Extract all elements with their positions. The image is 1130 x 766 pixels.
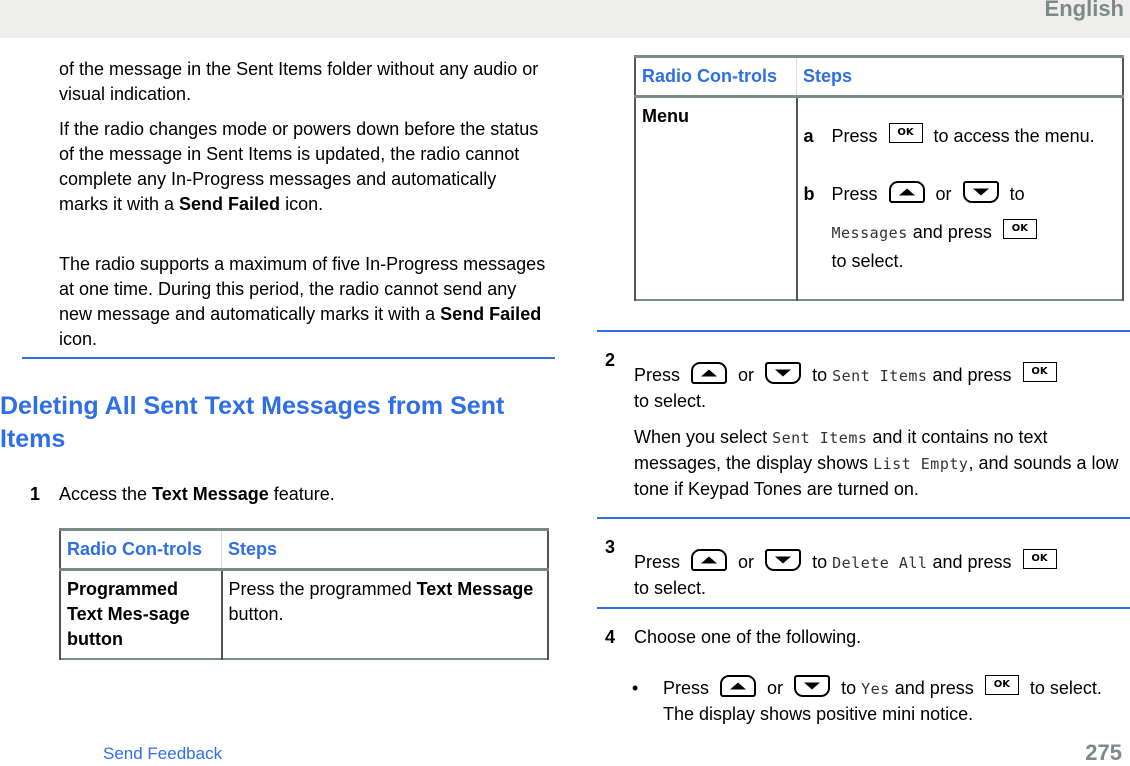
menu-item-name: Yes	[861, 680, 890, 698]
bold-term: Text Message	[152, 484, 269, 504]
up-arrow-key-icon	[720, 675, 757, 698]
step-4-option: Press or to Yes and press OK to select. …	[663, 675, 1103, 727]
text: or	[767, 678, 784, 698]
radio-controls-table: Radio Con-trols Steps Programmed Text Me…	[59, 528, 549, 660]
step-divider	[597, 330, 1130, 332]
paragraph-sent-items-note: of the message in the Sent Items folder …	[59, 59, 539, 104]
text: or	[738, 552, 755, 572]
menu-item-name: Sent Items	[772, 429, 868, 447]
step-text: Access the Text Message feature.	[59, 482, 549, 507]
step-number: 1	[30, 484, 41, 504]
text: and press	[912, 222, 992, 242]
text: When you select	[634, 427, 773, 447]
menu-item-name: Sent Items	[832, 367, 928, 385]
control-cell: Programmed Text Mes-sage button	[59, 569, 223, 659]
column-header-controls: Radio Con-trols	[59, 529, 222, 571]
step-divider	[597, 517, 1130, 519]
text: Press	[634, 552, 681, 572]
text: Press	[634, 365, 681, 385]
text: to select.	[634, 391, 707, 411]
page-number: 275	[1085, 740, 1122, 765]
text: icon.	[59, 329, 98, 349]
menu-ok-key-icon: OK	[1002, 219, 1037, 240]
text: or	[738, 365, 755, 385]
up-arrow-key-icon	[691, 549, 728, 572]
substep-label: a	[803, 126, 814, 146]
text: to select.	[634, 578, 707, 598]
section-heading: Deleting All Sent Text Messages from Sen…	[0, 392, 505, 453]
text: to select.	[831, 251, 904, 271]
section-divider	[22, 357, 555, 359]
menu-ok-key-icon: OK	[888, 123, 923, 144]
text: to	[841, 678, 857, 698]
column-header-controls: Radio Con-trols	[634, 56, 797, 98]
text: Press the programmed	[228, 579, 417, 599]
paragraph-max-in-progress: The radio supports a maximum of five In-…	[59, 252, 549, 352]
bold-term: Send Failed	[440, 304, 542, 324]
menu-ok-key-icon: OK	[1022, 362, 1057, 383]
bold-term: Send Failed	[179, 194, 281, 214]
down-arrow-key-icon	[962, 181, 999, 204]
menu-ok-key-icon: OK	[1022, 549, 1057, 570]
bold-term: Text Message	[416, 579, 534, 599]
text: and press	[932, 365, 1012, 385]
bullet-marker: •	[632, 678, 639, 698]
down-arrow-key-icon	[794, 675, 831, 698]
text: or	[935, 184, 952, 204]
step-3-text: Press or to Delete All and press OK to s…	[634, 549, 1124, 601]
substep-b: b Press or to Messages and press OK to s…	[804, 175, 1117, 290]
up-arrow-key-icon	[888, 181, 925, 204]
text: and press	[894, 678, 974, 698]
table-row: Menu a Press OK to access the menu. b Pr…	[634, 96, 1124, 300]
step-number: 3	[605, 537, 616, 557]
step-number: 4	[605, 627, 616, 647]
step-2-note: When you select Sent Items and it contai…	[634, 425, 1124, 502]
text: to access the menu.	[933, 126, 1095, 146]
step-number: 2	[605, 350, 616, 370]
substep-label: b	[803, 184, 815, 204]
display-text: List Empty	[873, 455, 969, 473]
text: Press	[831, 126, 878, 146]
send-feedback-link[interactable]: Send Feedback	[103, 744, 222, 764]
text: button.	[228, 604, 284, 624]
step-divider	[597, 607, 1130, 609]
menu-item-name: Delete All	[832, 554, 928, 572]
text: feature.	[268, 484, 335, 504]
column-header-steps: Steps	[221, 529, 549, 571]
down-arrow-key-icon	[765, 549, 802, 572]
steps-cell: a Press OK to access the menu. b Press o…	[796, 96, 1124, 300]
text: icon.	[280, 194, 324, 214]
menu-controls-table: Radio Con-trols Steps Menu a Press OK to…	[634, 55, 1124, 301]
column-header-steps: Steps	[796, 56, 1124, 98]
up-arrow-key-icon	[691, 362, 728, 385]
text: Press	[663, 678, 710, 698]
step-2-text: Press or to Sent Items and press OK to s…	[634, 362, 1124, 414]
steps-cell: Press the programmed Text Message button…	[221, 569, 549, 659]
step-4-text: Choose one of the following.	[634, 627, 862, 647]
menu-item-name: Messages	[831, 224, 908, 242]
text: to	[812, 365, 828, 385]
text: Press	[831, 184, 878, 204]
text: to	[812, 552, 828, 572]
paragraph-mode-change: If the radio changes mode or powers down…	[59, 117, 549, 217]
text: to	[1009, 184, 1025, 204]
language-label: English	[1044, 0, 1124, 21]
table-row: Programmed Text Mes-sage button Press th…	[59, 569, 549, 659]
text: and press	[932, 552, 1012, 572]
menu-ok-key-icon: OK	[984, 675, 1019, 696]
page-header: English	[0, 0, 1130, 38]
down-arrow-key-icon	[765, 362, 802, 385]
substep-a: a Press OK to access the menu.	[803, 123, 1117, 149]
text: Access the	[59, 484, 153, 504]
control-cell: Menu	[634, 96, 798, 300]
